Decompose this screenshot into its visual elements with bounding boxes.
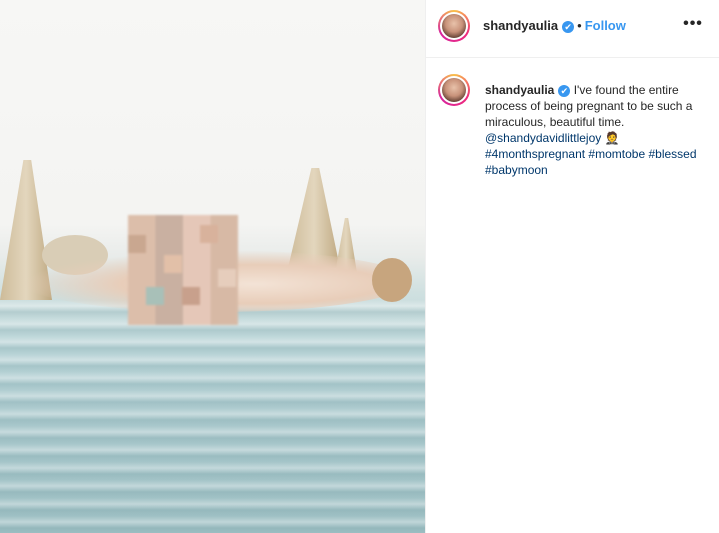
caption-text: shandyaulia ✔ I've found the entire proce… — [485, 82, 710, 178]
man-in-tuxedo-emoji-icon: 🤵 — [604, 131, 620, 145]
hashtag-link[interactable]: #blessed — [648, 147, 696, 161]
verified-badge-icon: ✔ — [558, 84, 571, 97]
follow-button[interactable]: Follow — [585, 18, 626, 33]
hashtag-link[interactable]: #babymoon — [485, 163, 548, 177]
pool-water — [0, 300, 425, 533]
verified-badge-icon: ✔ — [562, 20, 575, 33]
pixel-tile — [200, 225, 218, 243]
avatar-ring — [440, 12, 468, 40]
pixel-tile — [182, 287, 200, 305]
pixel-tile — [128, 235, 146, 253]
post-sidebar: shandyaulia ✔ • Follow ••• shandyaulia ✔ I'v… — [425, 0, 719, 533]
avatar-ring — [440, 76, 468, 104]
username-link[interactable]: shandyaulia — [483, 18, 558, 33]
person-hair — [372, 258, 412, 302]
hashtag-link[interactable]: #momtobe — [588, 147, 645, 161]
caption-username-link[interactable]: shandyaulia — [485, 83, 554, 97]
separator-dot: • — [577, 18, 582, 33]
mention-link[interactable]: @shandydavidlittlejoy — [485, 131, 601, 145]
pixel-tile — [146, 287, 164, 305]
censor-pixelation — [128, 215, 238, 325]
avatar[interactable] — [438, 74, 470, 106]
pixel-tile — [164, 255, 182, 273]
avatar-photo — [442, 14, 466, 38]
pixel-tile — [218, 269, 236, 287]
header-user-line: shandyaulia ✔ • Follow — [483, 18, 626, 33]
avatar-photo — [442, 78, 466, 102]
post-image[interactable] — [0, 0, 425, 533]
more-options-icon[interactable]: ••• — [681, 14, 705, 38]
hashtag-link[interactable]: #4monthspregnant — [485, 147, 585, 161]
avatar[interactable] — [438, 10, 470, 42]
post-header: shandyaulia ✔ • Follow ••• — [426, 0, 719, 58]
